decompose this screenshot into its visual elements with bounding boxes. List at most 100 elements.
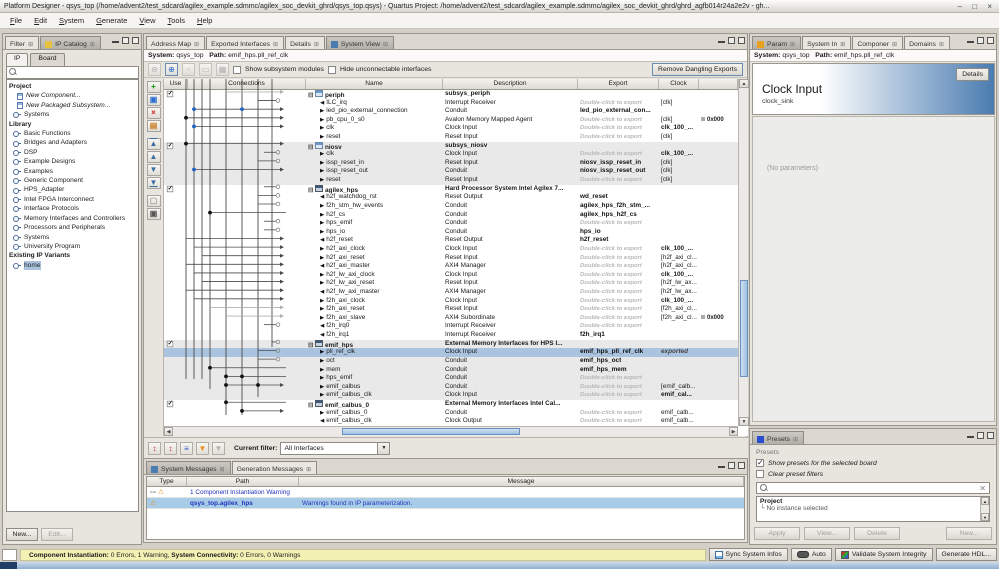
table-row-niosv[interactable]: ⊟niosvsubsys_niosv <box>164 142 738 151</box>
table-row-emif_calbus[interactable]: ▶emif_calbusConduitDouble-click to expor… <box>164 383 738 392</box>
use-checkbox[interactable] <box>167 401 173 407</box>
table-row-mem[interactable]: ▶memConduitemif_hps_mem <box>164 366 738 375</box>
tree-expand-icon[interactable]: ⊶ <box>150 490 156 496</box>
duplicate-component-icon[interactable]: ▣ <box>147 94 161 106</box>
tree-item-examples[interactable]: Examples <box>7 167 138 176</box>
table-row-f2h_axi_reset[interactable]: ▶f2h_axi_resetReset InputDouble-click to… <box>164 305 738 314</box>
collapse-icon[interactable]: ⊟ <box>308 342 315 349</box>
collapse-icon[interactable]: ⊟ <box>308 92 315 99</box>
table-row-emif_calbus_0[interactable]: ▶emif_calbus_0ConduitDouble-click to exp… <box>164 409 738 418</box>
vertical-scroll-thumb[interactable] <box>740 280 748 377</box>
horizontal-scroll-thumb[interactable] <box>342 428 520 435</box>
tree-item-university-program[interactable]: University Program <box>7 242 138 251</box>
details-button[interactable]: Details <box>956 68 989 81</box>
panel-window-controls[interactable] <box>718 462 745 469</box>
export-cell[interactable]: Double-click to export <box>578 383 659 392</box>
export-cell[interactable]: Double-click to export <box>578 409 659 418</box>
table-row-h2f_lw_axi_reset[interactable]: ▶h2f_lw_axi_resetReset InputDouble-click… <box>164 279 738 288</box>
table-row-f2h_irq0[interactable]: ◀f2h_irq0Interrupt ReceiverDouble-click … <box>164 322 738 331</box>
export-cell[interactable]: agilex_hps_f2h_stm_... <box>578 202 659 211</box>
export-cell[interactable]: Double-click to export <box>578 124 659 133</box>
panel-minimize-icon[interactable] <box>967 432 974 438</box>
tree-expand-icon[interactable] <box>13 216 21 221</box>
table-row-led_pio_external_connection[interactable]: ▶led_pio_external_connectionConduitled_p… <box>164 107 738 116</box>
menu-file[interactable]: File <box>4 14 28 27</box>
param-tab-param[interactable]: Param⊞ <box>752 36 801 49</box>
clear-search-icon[interactable]: ✕ <box>979 484 986 493</box>
export-cell[interactable]: Double-click to export <box>578 219 659 228</box>
panel-maximize-icon[interactable] <box>738 37 745 44</box>
menu-view[interactable]: View <box>133 14 161 27</box>
presets-tab-presets[interactable]: Presets⊞ <box>752 431 804 444</box>
tree-item-project[interactable]: Project <box>7 82 138 91</box>
tree-expand-icon[interactable] <box>13 244 21 249</box>
tree-expand-icon[interactable] <box>13 112 21 117</box>
export-cell[interactable]: Double-click to export <box>578 176 659 185</box>
export-cell[interactable]: Double-click to export <box>578 150 659 159</box>
collapse-icon[interactable]: ⊟ <box>308 402 315 409</box>
ipc-tab-ip-catalog[interactable]: IP Catalog⊞ <box>40 36 101 49</box>
export-cell[interactable] <box>578 90 659 99</box>
table-row-f2h_axi_slave[interactable]: ▶f2h_axi_slaveAXI4 SubordinateDouble-cli… <box>164 314 738 323</box>
export-cell[interactable]: Double-click to export <box>578 417 659 426</box>
table-row-pll_ref_clk[interactable]: ▶pll_ref_clkClock Inputemif_hps_pll_ref_… <box>164 348 738 357</box>
tree-expand-icon[interactable] <box>13 235 21 240</box>
export-cell[interactable]: Double-click to export <box>578 245 659 254</box>
export-cell[interactable]: Double-click to export <box>578 271 659 280</box>
param-tab-system-in[interactable]: System In⊞ <box>802 36 851 49</box>
table-row-h2f_axi_reset[interactable]: ▶h2f_axi_resetReset InputDouble-click to… <box>164 254 738 263</box>
msg-tab-generation-messages[interactable]: Generation Messages⊞ <box>232 461 318 474</box>
validate-system-integrity-button[interactable]: Validate System Integrity <box>835 548 933 561</box>
panel-maximize-icon[interactable] <box>132 37 139 44</box>
move-up-icon[interactable]: ▲ <box>147 151 161 163</box>
tree-item-generic-component[interactable]: Generic Component <box>7 176 138 185</box>
table-row-hps_emif[interactable]: ▶hps_emifConduitDouble-click to export <box>164 374 738 383</box>
tree-item-bridges-and-adapters[interactable]: Bridges and Adapters <box>7 138 138 147</box>
move-down-icon[interactable]: ▼ <box>147 164 161 176</box>
column-header-connections[interactable]: Connections <box>188 79 306 89</box>
panel-restore-icon[interactable] <box>977 37 984 44</box>
preset-search-input[interactable]: ✕ <box>756 482 990 494</box>
titlebar[interactable]: Platform Designer - qsys_top (/home/adve… <box>0 0 999 13</box>
export-cell[interactable]: emif_hps_oct <box>578 357 659 366</box>
move-top-icon[interactable]: ▲ <box>147 138 161 150</box>
export-cell[interactable]: Double-click to export <box>578 133 659 142</box>
table-row-f2h_irq1[interactable]: ◀f2h_irq1Interrupt Receiverf2h_irq1 <box>164 331 738 340</box>
tree-item-existing-ip-variants[interactable]: Existing IP Variants <box>7 251 138 260</box>
tree-expand-icon[interactable] <box>13 150 21 155</box>
table-row-pb_cpu_0_s0[interactable]: ▶pb_cpu_0_s0Avalon Memory Mapped AgentDo… <box>164 116 738 125</box>
select-region-icon[interactable]: ▭ <box>199 63 212 76</box>
table-row-h2f_lw_axi_master[interactable]: ◀h2f_lw_axi_masterAXI4 ManagerDouble-cli… <box>164 288 738 297</box>
panel-minimize-icon[interactable] <box>112 37 119 43</box>
export-cell[interactable]: Double-click to export <box>578 99 659 108</box>
tree-expand-icon[interactable] <box>13 263 21 268</box>
hide-unconnectable-checkbox[interactable] <box>328 66 336 74</box>
scroll-down-icon[interactable]: ▼ <box>981 513 989 521</box>
table-row-h2f_lw_axi_clock[interactable]: ▶h2f_lw_axi_clockClock InputDouble-click… <box>164 271 738 280</box>
move-bottom-icon[interactable]: ▼ <box>147 177 161 189</box>
table-row-f2h_axi_clock[interactable]: ▶f2h_axi_clockClock InputDouble-click to… <box>164 297 738 306</box>
column-header-addr[interactable] <box>699 79 738 89</box>
add-component-icon[interactable]: + <box>147 81 161 93</box>
insert-above-icon[interactable]: ↕ <box>148 442 161 455</box>
remove-component-icon[interactable]: × <box>147 107 161 119</box>
table-row-f2h_stm_hw_events[interactable]: ▶f2h_stm_hw_eventsConduitagilex_hps_f2h_… <box>164 202 738 211</box>
export-cell[interactable]: wd_reset <box>578 193 659 202</box>
sv-tab-address-map[interactable]: Address Map⊞ <box>146 36 205 49</box>
export-cell[interactable]: Double-click to export <box>578 254 659 263</box>
export-cell[interactable]: emif_hps_pll_ref_clk <box>578 348 659 357</box>
table-row-emif_calbus_clk[interactable]: ◀emif_calbus_clkClock OutputDouble-click… <box>164 417 738 426</box>
menu-edit[interactable]: Edit <box>28 14 53 27</box>
subtab-board[interactable]: Board <box>30 53 64 66</box>
column-header-export[interactable]: Export <box>578 79 659 89</box>
export-cell[interactable]: Double-click to export <box>578 116 659 125</box>
tree-expand-icon[interactable] <box>13 159 21 164</box>
ip-search-input[interactable] <box>6 66 139 79</box>
column-header-name[interactable]: Name <box>306 79 443 89</box>
table-row-h2f_cs[interactable]: ▶h2f_csConduitagilex_hps_h2f_cs <box>164 211 738 220</box>
menu-tools[interactable]: Tools <box>162 14 192 27</box>
tree-item-new-component-[interactable]: New Component... <box>7 91 138 100</box>
table-row-issp_reset_out[interactable]: ▶issp_reset_outConduitniosv_issp_reset_o… <box>164 167 738 176</box>
table-row-hps_emif[interactable]: ▶hps_emifConduitDouble-click to export <box>164 219 738 228</box>
tree-item-memory-interfaces-and-controllers[interactable]: Memory Interfaces and Controllers <box>7 214 138 223</box>
